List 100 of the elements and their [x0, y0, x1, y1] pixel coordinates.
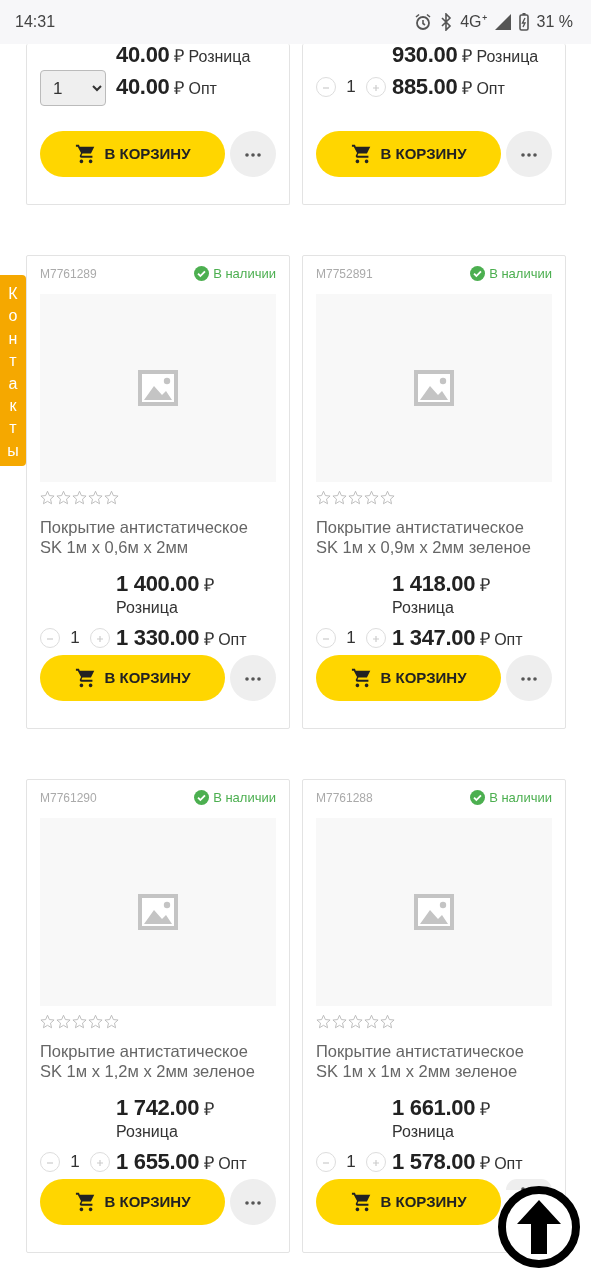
- quantity-value: 1: [69, 627, 81, 650]
- add-to-cart-button[interactable]: В КОРЗИНУ: [40, 131, 225, 177]
- retail-price: 40.00: [116, 42, 170, 67]
- cart-icon: [350, 1191, 373, 1213]
- decrease-button[interactable]: [40, 628, 60, 648]
- add-to-cart-button[interactable]: В КОРЗИНУ: [40, 655, 225, 701]
- currency-sign: ₽: [479, 1153, 490, 1173]
- star-icon: [380, 490, 395, 505]
- currency-sign: ₽: [174, 78, 184, 98]
- stock-status: В наличии: [489, 789, 552, 807]
- star-icon: [72, 490, 87, 505]
- star-icon: [56, 1014, 71, 1029]
- star-icon: [332, 490, 347, 505]
- product-title[interactable]: Покрытие антистатическое SK 1м х 1м х 2мм зеленое: [316, 1041, 552, 1081]
- price-label: Опт: [218, 631, 247, 648]
- increase-button[interactable]: [366, 628, 386, 648]
- star-icon: [332, 1014, 347, 1029]
- add-to-cart-button[interactable]: В КОРЗИНУ: [40, 1179, 225, 1225]
- product-code: M7752891: [316, 265, 373, 283]
- star-icon: [40, 490, 55, 505]
- currency-sign: ₽: [174, 46, 184, 66]
- price-label: Розница: [188, 48, 251, 65]
- product-title[interactable]: Покрытие антистатическое SK 1м х 1,2м х 2мм зеленое: [40, 1041, 276, 1081]
- add-to-cart-button[interactable]: В КОРЗИНУ: [316, 1179, 501, 1225]
- quantity-value: 1: [345, 76, 357, 99]
- star-icon: [364, 490, 379, 505]
- battery-icon: [518, 13, 529, 31]
- retail-price: 1 661.00: [392, 1095, 476, 1120]
- wholesale-price: 1 578.00: [392, 1149, 476, 1174]
- price-label: Розница: [392, 1123, 454, 1140]
- currency-sign: ₽: [203, 1153, 214, 1173]
- quantity-value: 1: [345, 1151, 357, 1174]
- star-icon: [316, 1014, 331, 1029]
- currency-sign: ₽: [461, 78, 472, 98]
- retail-price: 1 400.00: [116, 571, 200, 596]
- decrease-button[interactable]: [316, 77, 336, 97]
- star-icon: [40, 1014, 55, 1029]
- wholesale-price: 1 330.00: [116, 625, 200, 650]
- decrease-button[interactable]: [40, 1152, 60, 1172]
- currency-sign: ₽: [203, 629, 214, 649]
- battery-level: 31 %: [536, 12, 573, 32]
- stock-status: В наличии: [213, 789, 276, 807]
- increase-button[interactable]: [90, 628, 110, 648]
- star-icon: [56, 490, 71, 505]
- retail-price: 1 418.00: [392, 571, 476, 596]
- increase-button[interactable]: [366, 1152, 386, 1172]
- product-code: M7761288: [316, 789, 373, 807]
- product-title[interactable]: Покрытие антистатическое SK 1м х 0,9м х 2мм зеленое: [316, 517, 552, 557]
- decrease-button[interactable]: [316, 628, 336, 648]
- stock-status: В наличии: [489, 265, 552, 283]
- star-icon: [348, 490, 363, 505]
- retail-price: 930.00: [392, 42, 458, 67]
- wholesale-price: 40.00: [116, 74, 170, 99]
- cart-icon: [74, 1191, 97, 1213]
- plus-icon: [371, 633, 381, 644]
- currency-sign: ₽: [203, 575, 214, 595]
- price-label: Опт: [494, 631, 523, 648]
- currency-sign: ₽: [479, 629, 490, 649]
- star-icon: [72, 1014, 87, 1029]
- increase-button[interactable]: [366, 77, 386, 97]
- increase-button[interactable]: [90, 1152, 110, 1172]
- price-label: Розница: [392, 599, 454, 616]
- wholesale-price: 885.00: [392, 74, 458, 99]
- arrow-up-icon: [517, 1200, 561, 1254]
- currency-sign: ₽: [203, 1099, 214, 1119]
- star-icon: [104, 1014, 119, 1029]
- currency-sign: ₽: [461, 46, 472, 66]
- image-placeholder-icon: [138, 369, 178, 406]
- quantity-value: 1: [69, 1151, 81, 1174]
- cart-icon: [74, 667, 97, 689]
- bluetooth-icon: [440, 13, 453, 31]
- star-icon: [348, 1014, 363, 1029]
- currency-sign: ₽: [479, 1099, 490, 1119]
- price-label: Опт: [494, 1155, 523, 1172]
- image-placeholder-icon: [138, 893, 178, 930]
- star-icon: [88, 490, 103, 505]
- image-placeholder-icon: [414, 369, 454, 406]
- price-label: Розница: [116, 1123, 178, 1140]
- decrease-button[interactable]: [316, 1152, 336, 1172]
- signal-icon: [494, 14, 511, 30]
- star-icon: [316, 490, 331, 505]
- quantity-select[interactable]: 1: [40, 70, 106, 106]
- plus-icon: [95, 633, 105, 644]
- price-label: Розница: [476, 48, 539, 65]
- alarm-icon: [414, 13, 433, 31]
- plus-icon: [371, 1157, 381, 1168]
- cart-icon: [350, 667, 373, 689]
- product-title[interactable]: Покрытие антистатическое SK 1м х 0,6м х 2мм: [40, 517, 276, 557]
- star-icon: [88, 1014, 103, 1029]
- add-to-cart-button[interactable]: В КОРЗИНУ: [316, 655, 501, 701]
- wholesale-price: 1 655.00: [116, 1149, 200, 1174]
- price-label: Опт: [476, 80, 505, 97]
- price-label: Опт: [188, 80, 217, 97]
- currency-sign: ₽: [479, 575, 490, 595]
- add-to-cart-button[interactable]: В КОРЗИНУ: [316, 131, 501, 177]
- retail-price: 1 742.00: [116, 1095, 200, 1120]
- star-icon: [380, 1014, 395, 1029]
- stock-status: В наличии: [213, 265, 276, 283]
- cart-icon: [74, 143, 97, 165]
- price-label: Опт: [218, 1155, 247, 1172]
